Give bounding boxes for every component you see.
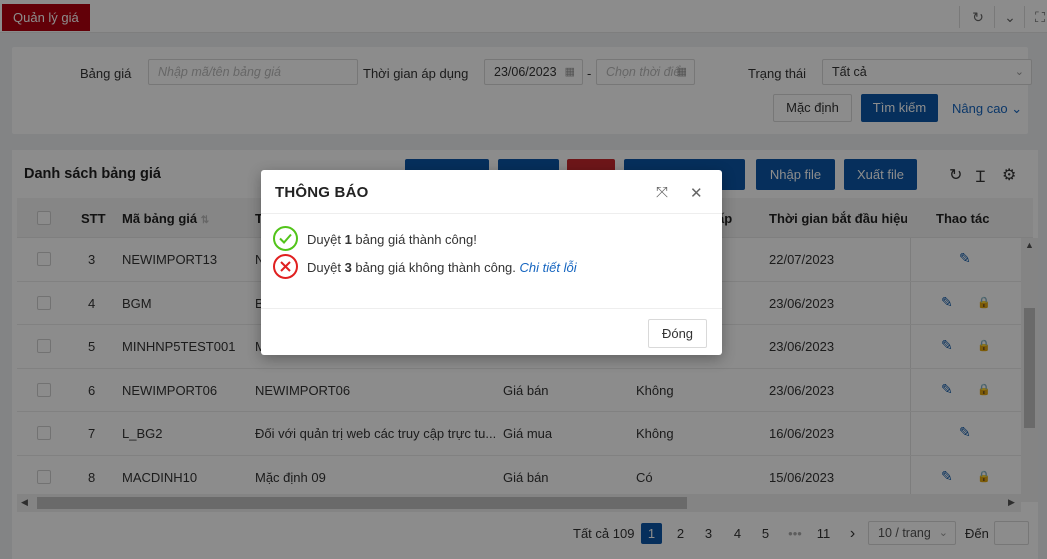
error-message: Duyệt 3 bảng giá không thành công. Chi t… (307, 260, 577, 275)
fail-count: 3 (344, 260, 352, 275)
close-button[interactable]: Đóng (648, 319, 707, 348)
success-message: Duyệt 1 bảng giá thành công! (307, 232, 477, 247)
error-icon (273, 254, 298, 279)
divider (261, 308, 722, 309)
modal-title: THÔNG BÁO (275, 184, 369, 201)
close-icon[interactable]: ✕ (690, 184, 703, 202)
notification-modal: THÔNG BÁO ⤧ ✕ Duyệt 1 bảng giá thành côn… (261, 170, 722, 355)
divider (261, 213, 722, 214)
success-count: 1 (344, 232, 352, 247)
success-prefix: Duyệt (307, 232, 345, 247)
fail-suffix: bảng giá không thành công. (351, 260, 520, 275)
error-detail-link[interactable]: Chi tiết lỗi (520, 260, 577, 275)
success-icon (273, 226, 298, 251)
expand-icon[interactable]: ⤧ (656, 184, 668, 201)
success-suffix: bảng giá thành công! (351, 232, 477, 247)
fail-prefix: Duyệt (307, 260, 345, 275)
